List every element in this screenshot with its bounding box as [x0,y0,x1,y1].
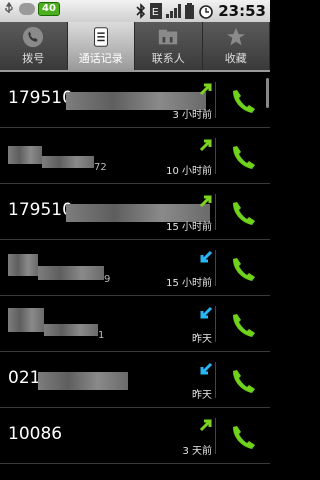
divider [215,362,216,398]
divider [215,138,216,174]
call-log-row[interactable]: 1 昨天 [0,296,270,352]
status-bar: 40 E 23:53 [0,0,270,22]
call-log-row[interactable]: 179510 15 小时前 [0,184,270,240]
call-number: 021 [8,368,41,388]
call-button-icon[interactable] [228,364,260,396]
status-badge: 40 [38,2,60,16]
call-button-icon[interactable] [228,140,260,172]
redacted-number [42,156,94,168]
outgoing-call-arrow-icon [199,139,212,152]
outgoing-call-arrow-icon [199,83,212,96]
call-log-list: 179510 3 小时前 72 10 小时前 179510 15 小时前 9 1… [0,72,270,464]
tab-label: 拨号 [22,52,45,65]
tab-contacts[interactable]: 联系人 [135,22,203,70]
divider [215,250,216,286]
call-log-row[interactable]: 72 10 小时前 [0,128,270,184]
phone-icon [23,26,44,48]
alarm-icon [199,5,214,19]
call-log-icon [93,27,108,47]
tab-favorites[interactable]: 收藏 [203,22,270,70]
usb-icon [5,2,13,13]
call-time: 3 天前 [182,446,212,457]
edge-network-icon: E [150,3,163,19]
redacted-number [38,266,104,280]
call-time: 昨天 [192,334,212,345]
star-icon [226,27,245,46]
redacted-name [8,254,38,276]
call-number: 179510 [8,88,73,108]
call-button-icon[interactable] [228,84,260,116]
divider [215,82,216,118]
call-log-row[interactable]: 9 15 小时前 [0,240,270,296]
call-log-row[interactable]: 10086 3 天前 [0,408,270,464]
number-suffix: 72 [94,162,107,173]
call-time: 15 小时前 [166,222,212,233]
tab-label: 通话记录 [78,52,123,65]
battery-icon [185,3,195,19]
bluetooth-icon [136,3,146,19]
call-button-icon[interactable] [228,308,260,340]
call-time: 10 小时前 [166,166,212,177]
signal-icon [166,4,182,18]
redacted-name [8,308,44,332]
divider [215,418,216,454]
incoming-call-arrow-icon [200,362,213,375]
call-time: 昨天 [192,390,212,401]
cloud-icon [19,3,35,15]
outgoing-call-arrow-icon [199,419,212,432]
number-suffix: 1 [98,330,105,341]
clock: 23:53 [218,2,266,20]
tab-call-log[interactable]: 通话记录 [67,22,135,70]
divider [215,306,216,342]
call-button-icon[interactable] [228,252,260,284]
call-time: 3 小时前 [172,110,212,121]
scrollbar[interactable] [266,78,269,108]
divider [215,194,216,230]
incoming-call-arrow-icon [200,306,213,319]
svg-text:E: E [152,7,159,18]
tab-dialer[interactable]: 拨号 [0,22,68,70]
call-number: 179510 [8,200,73,220]
contacts-icon [159,29,178,45]
outgoing-call-arrow-icon [199,195,212,208]
tab-bar: 拨号 通话记录 联系人 收藏 [0,22,270,72]
redacted-number [44,324,98,336]
redacted-number [38,372,128,390]
incoming-call-arrow-icon [200,250,213,263]
call-button-icon[interactable] [228,196,260,228]
call-number: 10086 [8,424,63,444]
call-button-icon[interactable] [228,420,260,452]
call-log-row[interactable]: 021 昨天 [0,352,270,408]
call-time: 15 小时前 [166,278,212,289]
tab-label: 收藏 [224,52,247,65]
number-suffix: 9 [104,274,111,285]
redacted-name [8,146,42,164]
call-log-row[interactable]: 179510 3 小时前 [0,72,270,128]
tab-label: 联系人 [151,52,185,65]
